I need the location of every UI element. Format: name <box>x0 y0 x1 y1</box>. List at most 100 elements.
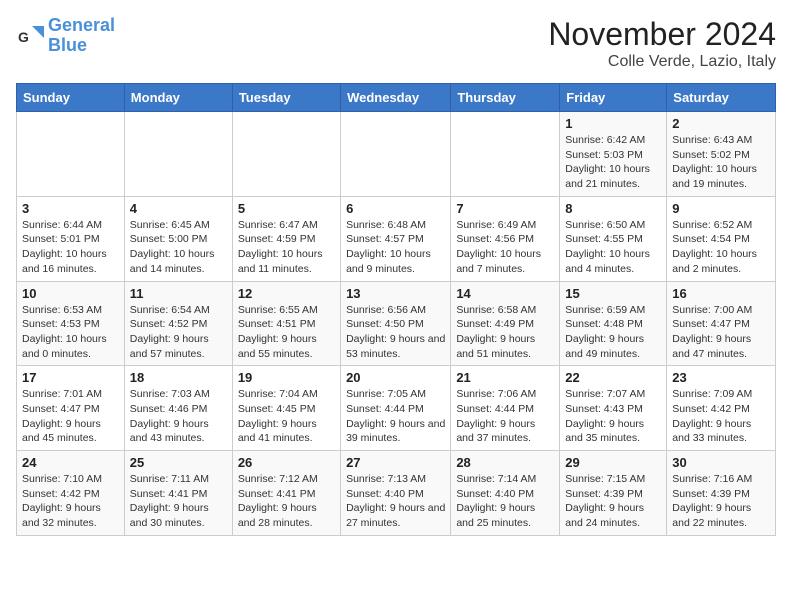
day-info: Sunrise: 6:59 AMSunset: 4:48 PMDaylight:… <box>565 303 661 362</box>
calendar-cell: 25Sunrise: 7:11 AMSunset: 4:41 PMDayligh… <box>124 451 232 536</box>
day-number: 20 <box>346 370 445 385</box>
calendar-week-row: 10Sunrise: 6:53 AMSunset: 4:53 PMDayligh… <box>17 281 776 366</box>
day-number: 28 <box>456 455 554 470</box>
calendar-cell: 22 Sunrise: 7:07 AMSunset: 4:43 PMDayligh… <box>560 366 667 451</box>
calendar-cell: 1Sunrise: 6:42 AMSunset: 5:03 PMDaylight… <box>560 112 667 197</box>
day-info: Sunrise: 6:54 AMSunset: 4:52 PMDaylight:… <box>130 303 227 362</box>
day-number: 30 <box>672 455 770 470</box>
day-info: Sunrise: 6:58 AMSunset: 4:49 PMDaylight:… <box>456 303 554 362</box>
day-number: 18 <box>130 370 227 385</box>
calendar-cell: 26 Sunrise: 7:12 AMSunset: 4:41 PMDayligh… <box>232 451 340 536</box>
day-info: Sunrise: 6:52 AMSunset: 4:54 PMDaylight:… <box>672 218 770 277</box>
day-info: Sunrise: 7:09 AMSunset: 4:42 PMDaylight:… <box>672 387 770 446</box>
day-number: 9 <box>672 201 770 216</box>
calendar-cell <box>17 112 125 197</box>
day-info: Sunrise: 7:04 AMSunset: 4:45 PMDaylight:… <box>238 387 335 446</box>
calendar-cell: 13 Sunrise: 6:56 AMSunset: 4:50 PMDayligh… <box>341 281 451 366</box>
day-number: 3 <box>22 201 119 216</box>
day-info: Sunrise: 7:01 AMSunset: 4:47 PMDaylight:… <box>22 387 119 446</box>
calendar-cell: 6Sunrise: 6:48 AMSunset: 4:57 PMDaylight… <box>341 196 451 281</box>
day-number: 14 <box>456 286 554 301</box>
day-number: 19 <box>238 370 335 385</box>
day-info: Sunrise: 7:16 AMSunset: 4:39 PMDaylight:… <box>672 472 770 531</box>
location: Colle Verde, Lazio, Italy <box>548 53 776 71</box>
weekday-header-cell: Sunday <box>17 84 125 112</box>
header: G General Blue November 2024 Colle Verde… <box>16 16 776 71</box>
day-number: 26 <box>238 455 335 470</box>
day-info: Sunrise: 6:56 AMSunset: 4:50 PMDaylight:… <box>346 303 445 362</box>
calendar-cell: 7 Sunrise: 6:49 AMSunset: 4:56 PMDaylight… <box>451 196 560 281</box>
calendar-cell: 24 Sunrise: 7:10 AMSunset: 4:42 PMDayligh… <box>17 451 125 536</box>
day-info: Sunrise: 7:13 AMSunset: 4:40 PMDaylight:… <box>346 472 445 531</box>
logo-text: General Blue <box>48 16 115 56</box>
day-info: Sunrise: 7:10 AMSunset: 4:42 PMDaylight:… <box>22 472 119 531</box>
day-number: 15 <box>565 286 661 301</box>
day-number: 2 <box>672 116 770 131</box>
day-info: Sunrise: 7:05 AMSunset: 4:44 PMDaylight:… <box>346 387 445 446</box>
day-number: 17 <box>22 370 119 385</box>
day-number: 22 <box>565 370 661 385</box>
calendar-cell: 18 Sunrise: 7:03 AMSunset: 4:46 PMDayligh… <box>124 366 232 451</box>
calendar-week-row: 17 Sunrise: 7:01 AMSunset: 4:47 PMDayligh… <box>17 366 776 451</box>
day-number: 6 <box>346 201 445 216</box>
calendar-cell: 11 Sunrise: 6:54 AMSunset: 4:52 PMDayligh… <box>124 281 232 366</box>
calendar-cell: 10Sunrise: 6:53 AMSunset: 4:53 PMDayligh… <box>17 281 125 366</box>
calendar-cell: 29Sunrise: 7:15 AMSunset: 4:39 PMDayligh… <box>560 451 667 536</box>
title-block: November 2024 Colle Verde, Lazio, Italy <box>548 16 776 71</box>
calendar-cell: 20 Sunrise: 7:05 AMSunset: 4:44 PMDayligh… <box>341 366 451 451</box>
calendar-cell <box>232 112 340 197</box>
calendar-cell: 21 Sunrise: 7:06 AMSunset: 4:44 PMDayligh… <box>451 366 560 451</box>
calendar-week-row: 3 Sunrise: 6:44 AMSunset: 5:01 PMDaylight… <box>17 196 776 281</box>
month-year: November 2024 <box>548 16 776 53</box>
calendar: SundayMondayTuesdayWednesdayThursdayFrid… <box>16 83 776 536</box>
calendar-cell <box>451 112 560 197</box>
day-number: 12 <box>238 286 335 301</box>
day-info: Sunrise: 6:55 AMSunset: 4:51 PMDaylight:… <box>238 303 335 362</box>
day-number: 13 <box>346 286 445 301</box>
calendar-cell: 30 Sunrise: 7:16 AMSunset: 4:39 PMDayligh… <box>667 451 776 536</box>
weekday-header-cell: Saturday <box>667 84 776 112</box>
logo: G General Blue <box>16 16 115 56</box>
weekday-header-cell: Wednesday <box>341 84 451 112</box>
day-number: 11 <box>130 286 227 301</box>
weekday-header-cell: Friday <box>560 84 667 112</box>
day-info: Sunrise: 7:06 AMSunset: 4:44 PMDaylight:… <box>456 387 554 446</box>
calendar-week-row: 1Sunrise: 6:42 AMSunset: 5:03 PMDaylight… <box>17 112 776 197</box>
calendar-cell <box>341 112 451 197</box>
weekday-header-cell: Thursday <box>451 84 560 112</box>
day-number: 24 <box>22 455 119 470</box>
day-info: Sunrise: 7:14 AMSunset: 4:40 PMDaylight:… <box>456 472 554 531</box>
calendar-cell: 16Sunrise: 7:00 AMSunset: 4:47 PMDayligh… <box>667 281 776 366</box>
day-info: Sunrise: 6:49 AMSunset: 4:56 PMDaylight:… <box>456 218 554 277</box>
calendar-cell: 2 Sunrise: 6:43 AMSunset: 5:02 PMDaylight… <box>667 112 776 197</box>
day-number: 4 <box>130 201 227 216</box>
day-number: 23 <box>672 370 770 385</box>
day-info: Sunrise: 6:47 AMSunset: 4:59 PMDaylight:… <box>238 218 335 277</box>
day-info: Sunrise: 6:44 AMSunset: 5:01 PMDaylight:… <box>22 218 119 277</box>
day-number: 7 <box>456 201 554 216</box>
calendar-cell <box>124 112 232 197</box>
day-info: Sunrise: 7:12 AMSunset: 4:41 PMDaylight:… <box>238 472 335 531</box>
day-info: Sunrise: 6:50 AMSunset: 4:55 PMDaylight:… <box>565 218 661 277</box>
day-number: 5 <box>238 201 335 216</box>
day-number: 25 <box>130 455 227 470</box>
day-info: Sunrise: 7:15 AMSunset: 4:39 PMDaylight:… <box>565 472 661 531</box>
calendar-cell: 23 Sunrise: 7:09 AMSunset: 4:42 PMDayligh… <box>667 366 776 451</box>
day-number: 8 <box>565 201 661 216</box>
calendar-body: 1Sunrise: 6:42 AMSunset: 5:03 PMDaylight… <box>17 112 776 536</box>
day-number: 27 <box>346 455 445 470</box>
svg-text:G: G <box>18 29 29 45</box>
calendar-cell: 12 Sunrise: 6:55 AMSunset: 4:51 PMDayligh… <box>232 281 340 366</box>
calendar-cell: 15 Sunrise: 6:59 AMSunset: 4:48 PMDayligh… <box>560 281 667 366</box>
weekday-header-cell: Tuesday <box>232 84 340 112</box>
day-info: Sunrise: 7:07 AMSunset: 4:43 PMDaylight:… <box>565 387 661 446</box>
day-info: Sunrise: 6:45 AMSunset: 5:00 PMDaylight:… <box>130 218 227 277</box>
weekday-header-row: SundayMondayTuesdayWednesdayThursdayFrid… <box>17 84 776 112</box>
day-info: Sunrise: 7:03 AMSunset: 4:46 PMDaylight:… <box>130 387 227 446</box>
day-number: 21 <box>456 370 554 385</box>
calendar-cell: 19 Sunrise: 7:04 AMSunset: 4:45 PMDayligh… <box>232 366 340 451</box>
day-info: Sunrise: 6:42 AMSunset: 5:03 PMDaylight:… <box>565 133 661 192</box>
calendar-cell: 5 Sunrise: 6:47 AMSunset: 4:59 PMDaylight… <box>232 196 340 281</box>
logo-line2: Blue <box>48 36 115 56</box>
day-info: Sunrise: 6:43 AMSunset: 5:02 PMDaylight:… <box>672 133 770 192</box>
